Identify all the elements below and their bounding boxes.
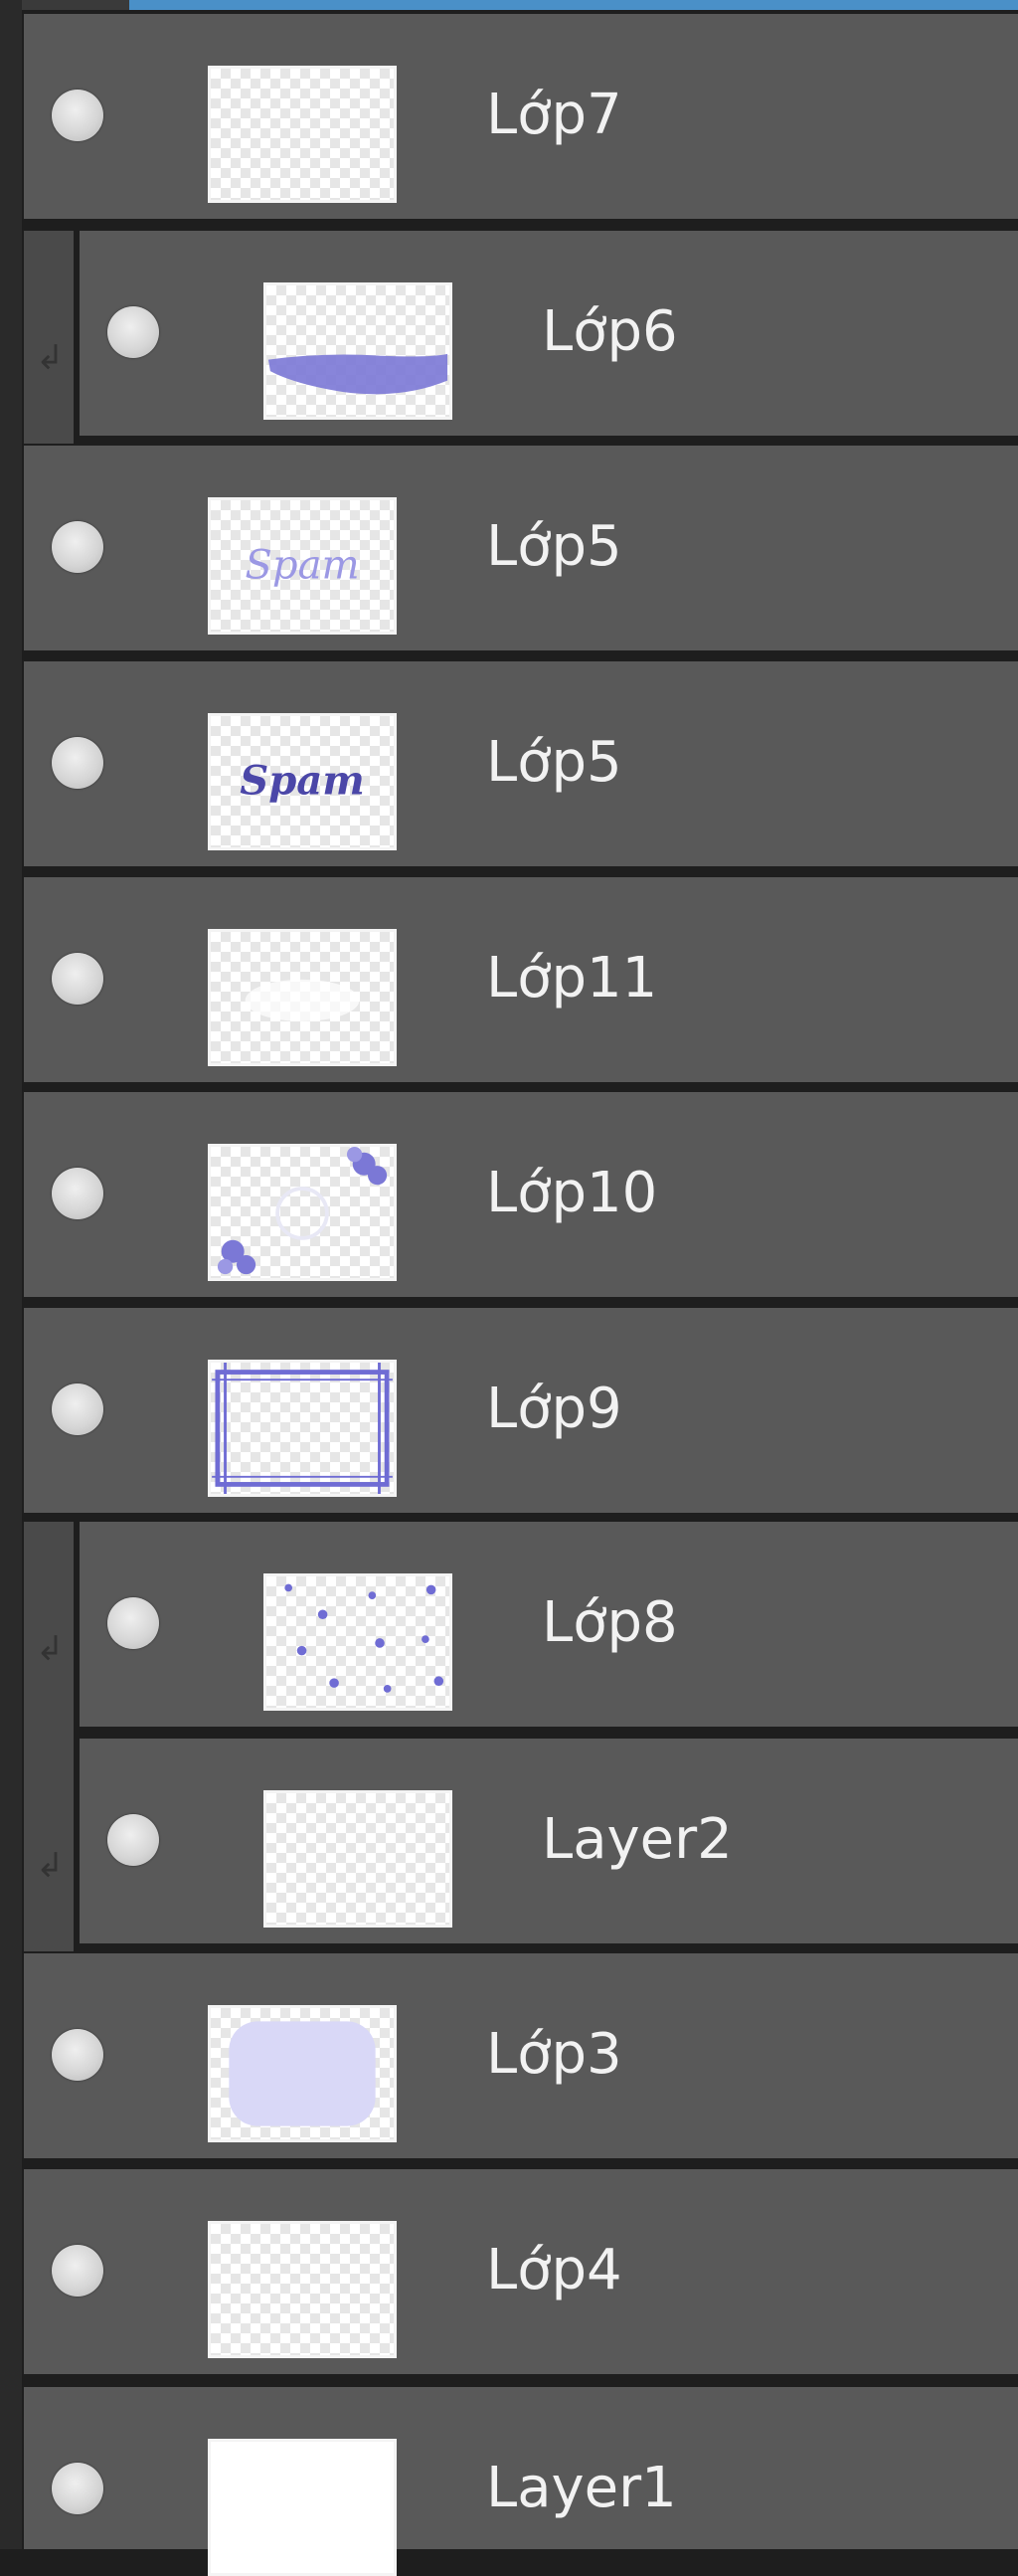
selected-layer-edge: [22, 0, 129, 10]
svg-text:Spam: Spam: [245, 542, 359, 588]
layer-row[interactable]: Lớp4: [24, 2169, 1018, 2374]
corner-flowers-art: [217, 1147, 388, 1275]
layer-row[interactable]: Layer2: [80, 1739, 1018, 1943]
layer-name: Lớp6: [542, 299, 678, 364]
faint-art: [245, 979, 360, 1021]
clipping-arrow-icon: ↲: [36, 1846, 65, 1886]
layer-name: Lớp5: [486, 730, 622, 795]
layer-row[interactable]: Lớp9: [24, 1308, 1018, 1513]
layer-row[interactable]: Lớp3: [24, 1953, 1018, 2158]
text-art: Spam: [245, 542, 359, 588]
visibility-eye-icon[interactable]: [52, 90, 103, 141]
layer-thumbnail: [263, 1790, 452, 1928]
layer-row[interactable]: Spam Lớp5: [24, 661, 1018, 866]
layer-row[interactable]: Lớp11: [24, 877, 1018, 1082]
layer-thumbnail: [208, 2005, 397, 2142]
layer-row[interactable]: Spam Lớp5: [24, 446, 1018, 650]
clipping-group-bar: ↲: [24, 231, 74, 444]
layer-thumbnail: [208, 929, 397, 1066]
layer-name: Lớp9: [486, 1377, 622, 1441]
layer-name: Lớp4: [486, 2238, 622, 2302]
layer-name: Layer1: [486, 2456, 677, 2520]
lavender-fill-art: [229, 2021, 376, 2126]
layer-row[interactable]: Lớp8: [80, 1522, 1018, 1727]
visibility-eye-icon[interactable]: [52, 1168, 103, 1219]
visibility-eye-icon[interactable]: [52, 953, 103, 1005]
layer-thumbnail: Spam: [208, 497, 397, 635]
dots-art: [284, 1583, 444, 1693]
layers-panel: ↲ ↲ ↲ Lớp7 Lớp6 Spam Lớp5 Spam Lớp5 Lớp1…: [0, 0, 1018, 2576]
layer-row[interactable]: Lớp7: [24, 14, 1018, 219]
layer-thumbnail: [208, 1144, 397, 1281]
layer-thumbnail: [263, 1573, 452, 1711]
panel-left-rail: [0, 0, 22, 2549]
layer-name: Lớp3: [486, 2022, 622, 2087]
svg-text:Spam: Spam: [240, 757, 365, 804]
visibility-eye-icon[interactable]: [107, 1597, 159, 1649]
visibility-eye-icon[interactable]: [52, 737, 103, 789]
clipping-arrow-icon: ↲: [36, 1629, 65, 1669]
visibility-eye-icon[interactable]: [52, 2029, 103, 2081]
layer-name: Layer2: [542, 1807, 733, 1872]
layer-name: Lớp11: [486, 946, 658, 1011]
frame-art: [212, 1363, 393, 1494]
clipping-arrow-icon: ↲: [36, 338, 65, 378]
layer-name: Lớp10: [486, 1161, 658, 1225]
layer-name: Lớp7: [486, 83, 622, 147]
layer-row[interactable]: Lớp6: [80, 231, 1018, 436]
visibility-eye-icon[interactable]: [107, 1814, 159, 1866]
visibility-eye-icon[interactable]: [52, 2245, 103, 2297]
layer-thumbnail: [208, 1360, 397, 1497]
brush-stroke-art: [267, 353, 448, 395]
selected-layer-highlight: [129, 0, 1018, 10]
clipping-group-bar: ↲ ↲: [24, 1522, 74, 1951]
layer-thumbnail: Spam: [208, 713, 397, 850]
layer-name: Lớp8: [542, 1590, 678, 1655]
layer-thumbnail: [208, 66, 397, 203]
layer-row[interactable]: Lớp10: [24, 1092, 1018, 1297]
layer-name: Lớp5: [486, 514, 622, 579]
visibility-eye-icon[interactable]: [107, 306, 159, 358]
layer-thumbnail: [208, 2439, 397, 2576]
layer-row[interactable]: Layer1: [24, 2387, 1018, 2576]
text-art: Spam: [240, 757, 365, 804]
layer-thumbnail: [208, 2221, 397, 2358]
layer-thumbnail: [263, 282, 452, 420]
visibility-eye-icon[interactable]: [52, 2463, 103, 2514]
visibility-eye-icon[interactable]: [52, 1383, 103, 1435]
visibility-eye-icon[interactable]: [52, 521, 103, 573]
